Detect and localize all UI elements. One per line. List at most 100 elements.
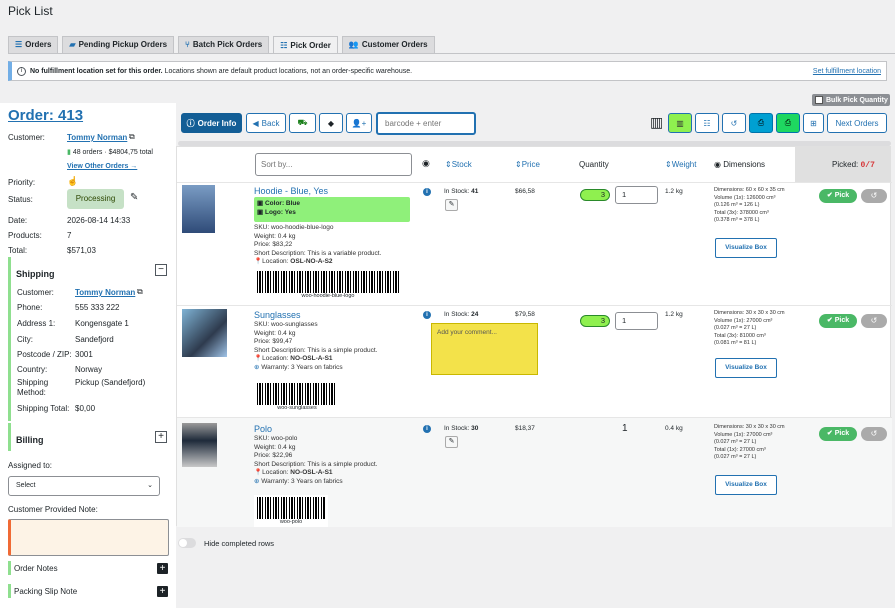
product-image-sunglasses [182, 309, 227, 357]
info-icon: ⓘ [186, 118, 195, 128]
undo-pick-button[interactable]: ↺ [861, 427, 887, 441]
col-stock[interactable]: ⇕Stock [445, 160, 472, 169]
product-name[interactable]: Hoodie - Blue, Yes [254, 186, 328, 196]
col-weight[interactable]: ⇕Weight [665, 160, 696, 169]
print-label-button[interactable]: ⎙ [776, 113, 800, 133]
notice-bold: No fulfillment location set for this ord… [30, 67, 163, 75]
pick-table: ◉ ⇕Stock ⇕Price Quantity ⇕Weight ◉ Dimen… [176, 146, 892, 527]
shipping-accent [8, 257, 11, 421]
assigned-select[interactable]: Select ⌄ [8, 476, 160, 496]
tab-pick-order[interactable]: ☷ Pick Order [273, 36, 338, 54]
quantity-badge: 3 [580, 315, 610, 327]
visualize-box-button[interactable]: Visualize Box [715, 358, 777, 378]
ship-customer-link[interactable]: Tommy Norman [75, 288, 135, 297]
city-value: Sandefjord [75, 335, 114, 344]
stock-value: In Stock: 41 [444, 188, 479, 195]
ship-copy-icon[interactable]: ⧉ [137, 287, 143, 297]
undo-pick-button[interactable]: ↺ [861, 314, 887, 328]
eye-icon[interactable]: ◉ [422, 158, 430, 169]
view-other-orders-link[interactable]: View Other Orders → [67, 163, 137, 170]
info-icon[interactable]: i [423, 188, 431, 196]
tab-bar: ☰ Orders ▰ Pending Pickup Orders ⑂ Batch Pi… [8, 36, 435, 54]
assign-user-button[interactable]: 👤+ [346, 113, 372, 133]
product-name[interactable]: Sunglasses [254, 310, 301, 320]
back-button[interactable]: ◀ Back [246, 113, 286, 133]
undo-icon: ↺ [870, 191, 878, 200]
customer-note-field[interactable] [8, 519, 169, 556]
pick-button[interactable]: ✔ Pick [819, 427, 857, 441]
plus-circle-icon: ⊕ [254, 477, 260, 485]
order-info-button[interactable]: ⓘ Order Info [181, 113, 242, 133]
edit-comment-icon[interactable]: ✎ [445, 436, 458, 448]
product-attributes: ▣ Color: Blue ▣ Logo: Yes [254, 197, 410, 222]
quantity-input[interactable]: 1 [615, 312, 658, 330]
dimensions-info: Dimensions: 30 x 30 x 30 cm Volume (1x):… [714, 310, 785, 346]
undo-pick-button[interactable]: ↺ [861, 189, 887, 203]
shipping-total-value: $0,00 [75, 404, 96, 413]
info-icon: i [17, 66, 26, 76]
visualize-box-button[interactable]: Visualize Box [715, 475, 777, 495]
billing-expand-button[interactable]: + [155, 431, 167, 443]
bulk-pick-checkbox[interactable] [815, 96, 823, 104]
hide-completed-toggle[interactable] [178, 538, 196, 548]
order-notes-add-button[interactable]: + [157, 563, 168, 574]
grid-view-button[interactable]: ▥ [668, 113, 692, 133]
shipping-button[interactable]: ⛟ [289, 113, 316, 133]
method-label: Shipping Method: [17, 378, 49, 397]
col-quantity: Quantity [579, 160, 609, 169]
tab-pending-pickup[interactable]: ▰ Pending Pickup Orders [62, 36, 175, 53]
checkbox-icon: ▣ [257, 200, 264, 207]
bulk-pick-toggle[interactable]: Bulk Pick Quantity [812, 94, 890, 106]
total-label: Total: [8, 246, 28, 255]
barcode-input[interactable] [376, 112, 476, 135]
table-icon: ⊞ [810, 118, 817, 128]
packing-slip-add-button[interactable]: + [157, 586, 168, 597]
tab-customer-orders[interactable]: 👥 Customer Orders [341, 36, 435, 53]
shipping-total-label: Shipping Total: [17, 404, 70, 413]
comment-field[interactable]: Add your comment... [431, 323, 538, 375]
shipping-collapse-button[interactable]: − [155, 264, 167, 276]
picked-counter: Picked: 0/7 [795, 147, 891, 182]
status-badge: Processing [67, 189, 124, 209]
packing-slip-label: Packing Slip Note [14, 587, 78, 596]
dimensions-info: Dimensions: 30 x 30 x 30 cm Volume (1x):… [714, 424, 785, 460]
weight-value: 1.2 kg [665, 188, 683, 195]
product-barcode: woo-hoodie-blue-logo [254, 269, 402, 301]
sort-input[interactable] [255, 153, 412, 176]
undo-icon: ↺ [870, 429, 878, 438]
truck-icon: ▰ [69, 40, 76, 49]
print-button[interactable]: ⎙ [749, 113, 773, 133]
products-value: 7 [67, 231, 72, 240]
product-barcode: woo-polo [254, 495, 328, 527]
col-price[interactable]: ⇕Price [515, 160, 540, 169]
undo-button[interactable]: ↺ [722, 113, 746, 133]
product-name[interactable]: Polo [254, 424, 272, 434]
next-orders-button[interactable]: Next Orders [827, 113, 887, 133]
order-title-link[interactable]: Order: 413 [8, 107, 83, 124]
quantity-input[interactable]: 1 [615, 186, 658, 204]
truck-icon: ⛟ [297, 118, 308, 127]
checklist-icon: ☷ [703, 118, 711, 128]
tab-batch-pick[interactable]: ⑂ Batch Pick Orders [178, 36, 270, 53]
customer-link[interactable]: Tommy Norman [67, 133, 127, 142]
set-fulfillment-link[interactable]: Set fulfillment location [813, 68, 881, 75]
pick-button[interactable]: ✔ Pick [819, 314, 857, 328]
pick-button[interactable]: ✔ Pick [819, 189, 857, 203]
info-icon[interactable]: i [423, 425, 431, 433]
priority-hand-icon[interactable]: ☝ [67, 176, 78, 187]
visualize-box-button[interactable]: Visualize Box [715, 238, 777, 258]
barcode-scanner-icon[interactable]: ▥ [650, 113, 664, 131]
tab-orders[interactable]: ☰ Orders [8, 36, 59, 53]
edit-comment-icon[interactable]: ✎ [445, 199, 458, 211]
info-icon[interactable]: i [423, 311, 431, 319]
dimensions-info: Dimensions: 60 x 60 x 35 cm Volume (1x):… [714, 187, 785, 223]
edit-status-icon[interactable]: ✎ [130, 192, 138, 203]
tag-button[interactable]: ◆ [319, 113, 343, 133]
table-view-button[interactable]: ⊞ [803, 113, 824, 133]
copy-icon[interactable]: ⧉ [129, 132, 135, 142]
fulfillment-notice: i No fulfillment location set for this o… [8, 61, 887, 81]
list-view-button[interactable]: ☷ [695, 113, 719, 133]
billing-accent [8, 423, 11, 451]
eye-icon: ◉ [714, 160, 721, 169]
list-icon: ☰ [15, 40, 23, 49]
